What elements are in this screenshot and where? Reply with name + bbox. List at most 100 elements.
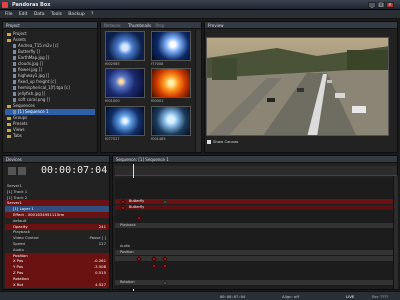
thumbnail-0-label: f002565	[105, 62, 120, 66]
maximize-button[interactable]: □	[377, 2, 385, 8]
status-bar: 00:00:07:04 Align: off LIVE Rec ????	[0, 291, 400, 300]
project-tree-label: highway1.jpg []	[18, 73, 50, 78]
keyframe[interactable]	[151, 263, 157, 269]
thumbnail-3[interactable]	[151, 68, 191, 98]
menu-edit[interactable]: Edit	[19, 10, 28, 19]
folder-icon	[7, 32, 11, 36]
device-row-label: Opacity	[13, 223, 28, 229]
device-row-label: [1] Track 1	[7, 188, 28, 194]
play-button[interactable]	[8, 167, 16, 175]
file-icon	[13, 92, 16, 96]
preview-image	[206, 37, 389, 136]
project-tree-label: Butterfly []	[18, 49, 40, 54]
project-tree-item[interactable]: Tabs	[5, 133, 95, 139]
device-tree: Server1 [1] Track 1 [1] Track 2 Server1 [1] …	[5, 183, 109, 289]
tab-thumbnails[interactable]: Thumbnails	[128, 23, 151, 28]
tab-network[interactable]: Network	[104, 23, 121, 28]
track-band-audio[interactable]	[115, 250, 397, 255]
track-label-5: Rotation	[120, 280, 135, 284]
devices-tab[interactable]: Devices	[3, 156, 109, 163]
preview-tab[interactable]: Preview	[205, 22, 397, 29]
device-row-label: Server1	[7, 200, 22, 206]
status-timecode: 00:00:07:04	[220, 294, 246, 299]
show-canvas-checkbox[interactable]: Show Canvas	[207, 139, 238, 144]
tab-prop[interactable]: Prop	[156, 23, 165, 28]
folder-icon	[7, 122, 11, 126]
status-rec: Rec ????	[372, 294, 389, 299]
menu-help[interactable]: ?	[91, 10, 93, 19]
menu-data[interactable]: Data	[34, 10, 45, 19]
track-band-playback[interactable]	[115, 223, 397, 228]
status-align[interactable]: Align: off	[282, 292, 299, 300]
project-panel: Project Project Assets Andrea_T15.m2v [c] B…	[2, 21, 98, 153]
thumbnails-tabs: Network Thumbnails Prop	[101, 22, 201, 29]
track-band-butterfly-2[interactable]	[115, 205, 397, 210]
menu-backup[interactable]: Backup	[68, 10, 85, 19]
project-tree-label: clouds.jpg []	[18, 61, 43, 66]
thumbnail-5[interactable]	[151, 106, 191, 136]
thumbnail-0[interactable]	[105, 31, 145, 61]
sequence-scrollbar[interactable]	[393, 176, 398, 289]
device-row-label: X Rot	[13, 281, 24, 287]
project-tree-label: Sequences	[13, 103, 35, 108]
project-tree: Project Assets Andrea_T15.m2v [c] Butterfly…	[3, 29, 97, 141]
thumbnail-1[interactable]	[151, 31, 191, 61]
project-tree-label: hemispherical_1[f].tga [c]	[18, 85, 70, 90]
track-label-4: Position	[120, 250, 134, 254]
keyframe[interactable]	[136, 215, 142, 221]
timecode-display: 00:00:07:04	[41, 165, 108, 176]
track-label-2: Playback	[120, 223, 136, 227]
title-bar: Pandoras Box _ □ ×	[0, 0, 400, 10]
folder-icon	[7, 38, 11, 42]
keyframe[interactable]	[162, 263, 168, 269]
stop-button[interactable]	[18, 167, 26, 175]
track-label-0: Butterfly	[129, 199, 145, 203]
file-icon	[13, 44, 16, 48]
track-band-butterfly[interactable]	[115, 199, 397, 204]
sequence-tab[interactable]: Sequence: [1] Sequence 1	[113, 156, 397, 163]
project-tree-label: Tabs	[13, 133, 22, 138]
folder-icon	[7, 134, 11, 138]
project-tree-label: Views	[13, 127, 25, 132]
file-icon	[13, 50, 16, 54]
device-row-label: Server1	[7, 183, 22, 188]
project-tree-label: soft coral.png []	[18, 97, 50, 102]
device-row-value[interactable]: 4.527	[95, 282, 106, 288]
thumbnail-2[interactable]	[105, 68, 145, 98]
close-button[interactable]: ×	[386, 2, 394, 8]
project-tree-label: EarthMap.jpg []	[18, 55, 50, 60]
file-icon	[13, 56, 16, 60]
device-row-label: default	[13, 217, 27, 223]
device-row-label: [1] Layer 1	[13, 206, 34, 212]
project-tree-label: fixed_up freight [c]	[18, 79, 56, 84]
menu-bar: File Edit Data Tools Backup ?	[0, 10, 400, 19]
thumbnail-1-label: f77008	[151, 62, 164, 66]
project-tab[interactable]: Project	[3, 22, 97, 29]
menu-tools[interactable]: Tools	[51, 10, 62, 19]
track-label-1: Butterfly	[129, 205, 145, 209]
project-tree-label: Presets	[13, 121, 28, 126]
thumbnail-4-label: f077027	[105, 137, 120, 141]
thumbnail-2-label: f001000	[105, 99, 120, 103]
project-tree-label: flower.jpg []	[18, 67, 42, 72]
file-icon	[13, 80, 16, 84]
window-title: Pandoras Box	[12, 2, 51, 8]
device-row-label: Position	[13, 252, 28, 258]
thumbnail-4[interactable]	[105, 106, 145, 136]
folder-icon	[7, 104, 11, 108]
checkbox-icon	[207, 140, 211, 144]
device-row[interactable]: X Rot 4.527	[5, 281, 109, 288]
show-canvas-label: Show Canvas	[213, 139, 239, 144]
thumbnail-3-label: f00001	[151, 99, 164, 103]
file-icon	[13, 110, 16, 114]
file-icon	[13, 86, 16, 90]
menu-file[interactable]: File	[5, 10, 13, 19]
timeline-ruler[interactable]	[115, 166, 397, 176]
file-icon	[13, 74, 16, 78]
folder-icon	[7, 116, 11, 120]
highway-scene	[207, 38, 388, 135]
project-tree-label: [1] Sequence 1	[18, 109, 49, 114]
minimize-button[interactable]: _	[368, 2, 376, 8]
track-band-rotation[interactable]	[115, 280, 397, 285]
thumbnails-scrollbar[interactable]	[195, 30, 201, 152]
